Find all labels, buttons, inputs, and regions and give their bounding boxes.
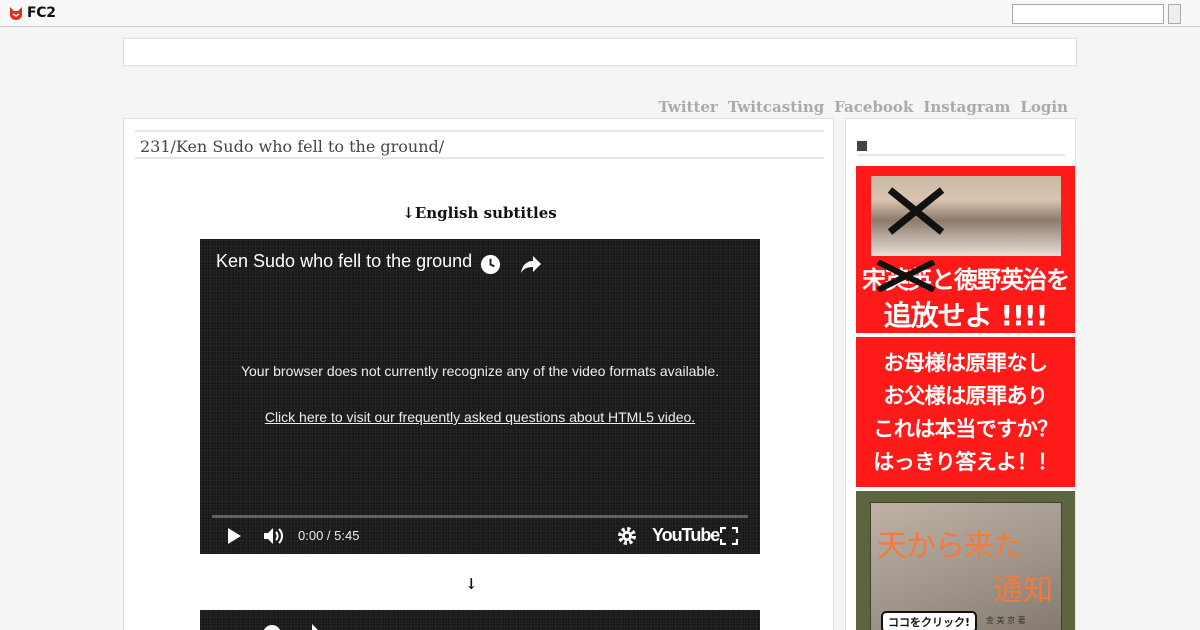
volume-icon[interactable] — [263, 527, 285, 545]
search-button[interactable] — [1168, 4, 1181, 24]
cross-out-icon — [887, 187, 945, 235]
sidebar-ad-banner-1[interactable]: 宋英英と徳野英治を 追放せよ !!!! — [856, 166, 1075, 333]
video-title[interactable]: Ken Sudo who fell to the ground — [216, 251, 472, 272]
square-bullet-icon — [857, 141, 867, 151]
video-error-message: Your browser does not currently recogniz… — [240, 363, 720, 379]
share-icon[interactable] — [520, 254, 542, 274]
video-player-2[interactable] — [200, 610, 760, 630]
nav-link-instagram[interactable]: Instagram — [923, 98, 1010, 116]
subtitle-note: ↓English subtitles — [402, 204, 557, 222]
fc2-logo[interactable]: FC2 — [8, 5, 56, 21]
book-author: 金 美 京 著 — [986, 616, 1026, 625]
sidebar: 宋英英と徳野英治を 追放せよ !!!! お母様は原罪なし お父様は原罪あり これ… — [845, 118, 1076, 630]
settings-gear-icon[interactable] — [617, 526, 637, 546]
main-content: 231/Ken Sudo who fell to the ground/ ↓En… — [123, 118, 834, 630]
watch-later-icon[interactable] — [480, 254, 501, 275]
social-nav: Twitter Twitcasting Facebook Instagram L… — [658, 98, 1068, 116]
ad2-line: はっきり答えよ！！ — [873, 450, 1058, 474]
click-here-button[interactable]: ココをクリック! — [881, 611, 978, 630]
watch-later-icon[interactable] — [262, 624, 282, 630]
post-title[interactable]: 231/Ken Sudo who fell to the ground/ — [135, 130, 824, 159]
sidebar-heading — [857, 138, 1065, 156]
sidebar-ad-banner-3[interactable]: 天から来た 通知 ココをクリック! 金 美 京 著 — [856, 491, 1075, 630]
logo-text: FC2 — [27, 5, 56, 21]
nav-link-facebook[interactable]: Facebook — [834, 98, 913, 116]
book-title-line1: 天から来た — [877, 529, 1023, 564]
nav-link-twitter[interactable]: Twitter — [658, 98, 717, 116]
sidebar-ad-banner-2[interactable]: お母様は原罪なし お父様は原罪あり これは本当ですか？ はっきり答えよ！！ — [856, 337, 1075, 487]
ad2-line: お父様は原罪あり — [883, 384, 1049, 408]
ad2-text: お母様は原罪なし お父様は原罪あり これは本当ですか？ はっきり答えよ！！ — [856, 347, 1075, 479]
arrow-note: ↓ — [465, 575, 478, 593]
ad2-line: お母様は原罪なし — [883, 351, 1049, 375]
nav-link-twitcasting[interactable]: Twitcasting — [728, 98, 824, 116]
top-bar: FC2 — [0, 0, 1200, 27]
ad1-line2: 追放せよ !!!! — [883, 299, 1049, 332]
ad2-line: これは本当ですか？ — [873, 417, 1058, 441]
header-banner-box — [123, 38, 1077, 66]
play-icon[interactable] — [226, 527, 242, 545]
fullscreen-icon[interactable] — [720, 527, 738, 545]
share-icon[interactable] — [304, 624, 318, 630]
video-time: 0:00 / 5:45 — [298, 528, 360, 543]
book-title-line2: 通知 — [993, 573, 1053, 608]
nav-link-login[interactable]: Login — [1020, 98, 1068, 116]
html5-faq-link[interactable]: Click here to visit our frequently asked… — [240, 409, 720, 425]
video-player[interactable]: Ken Sudo who fell to the ground Your bro… — [200, 239, 760, 554]
fc2-fox-icon — [10, 7, 22, 20]
search-input[interactable] — [1012, 4, 1164, 24]
video-progress-bar[interactable] — [212, 515, 748, 518]
book-cover: 天から来た 通知 ココをクリック! 金 美 京 著 — [870, 502, 1062, 630]
cross-out-icon — [876, 260, 936, 292]
youtube-logo[interactable]: YouTube — [652, 525, 720, 546]
